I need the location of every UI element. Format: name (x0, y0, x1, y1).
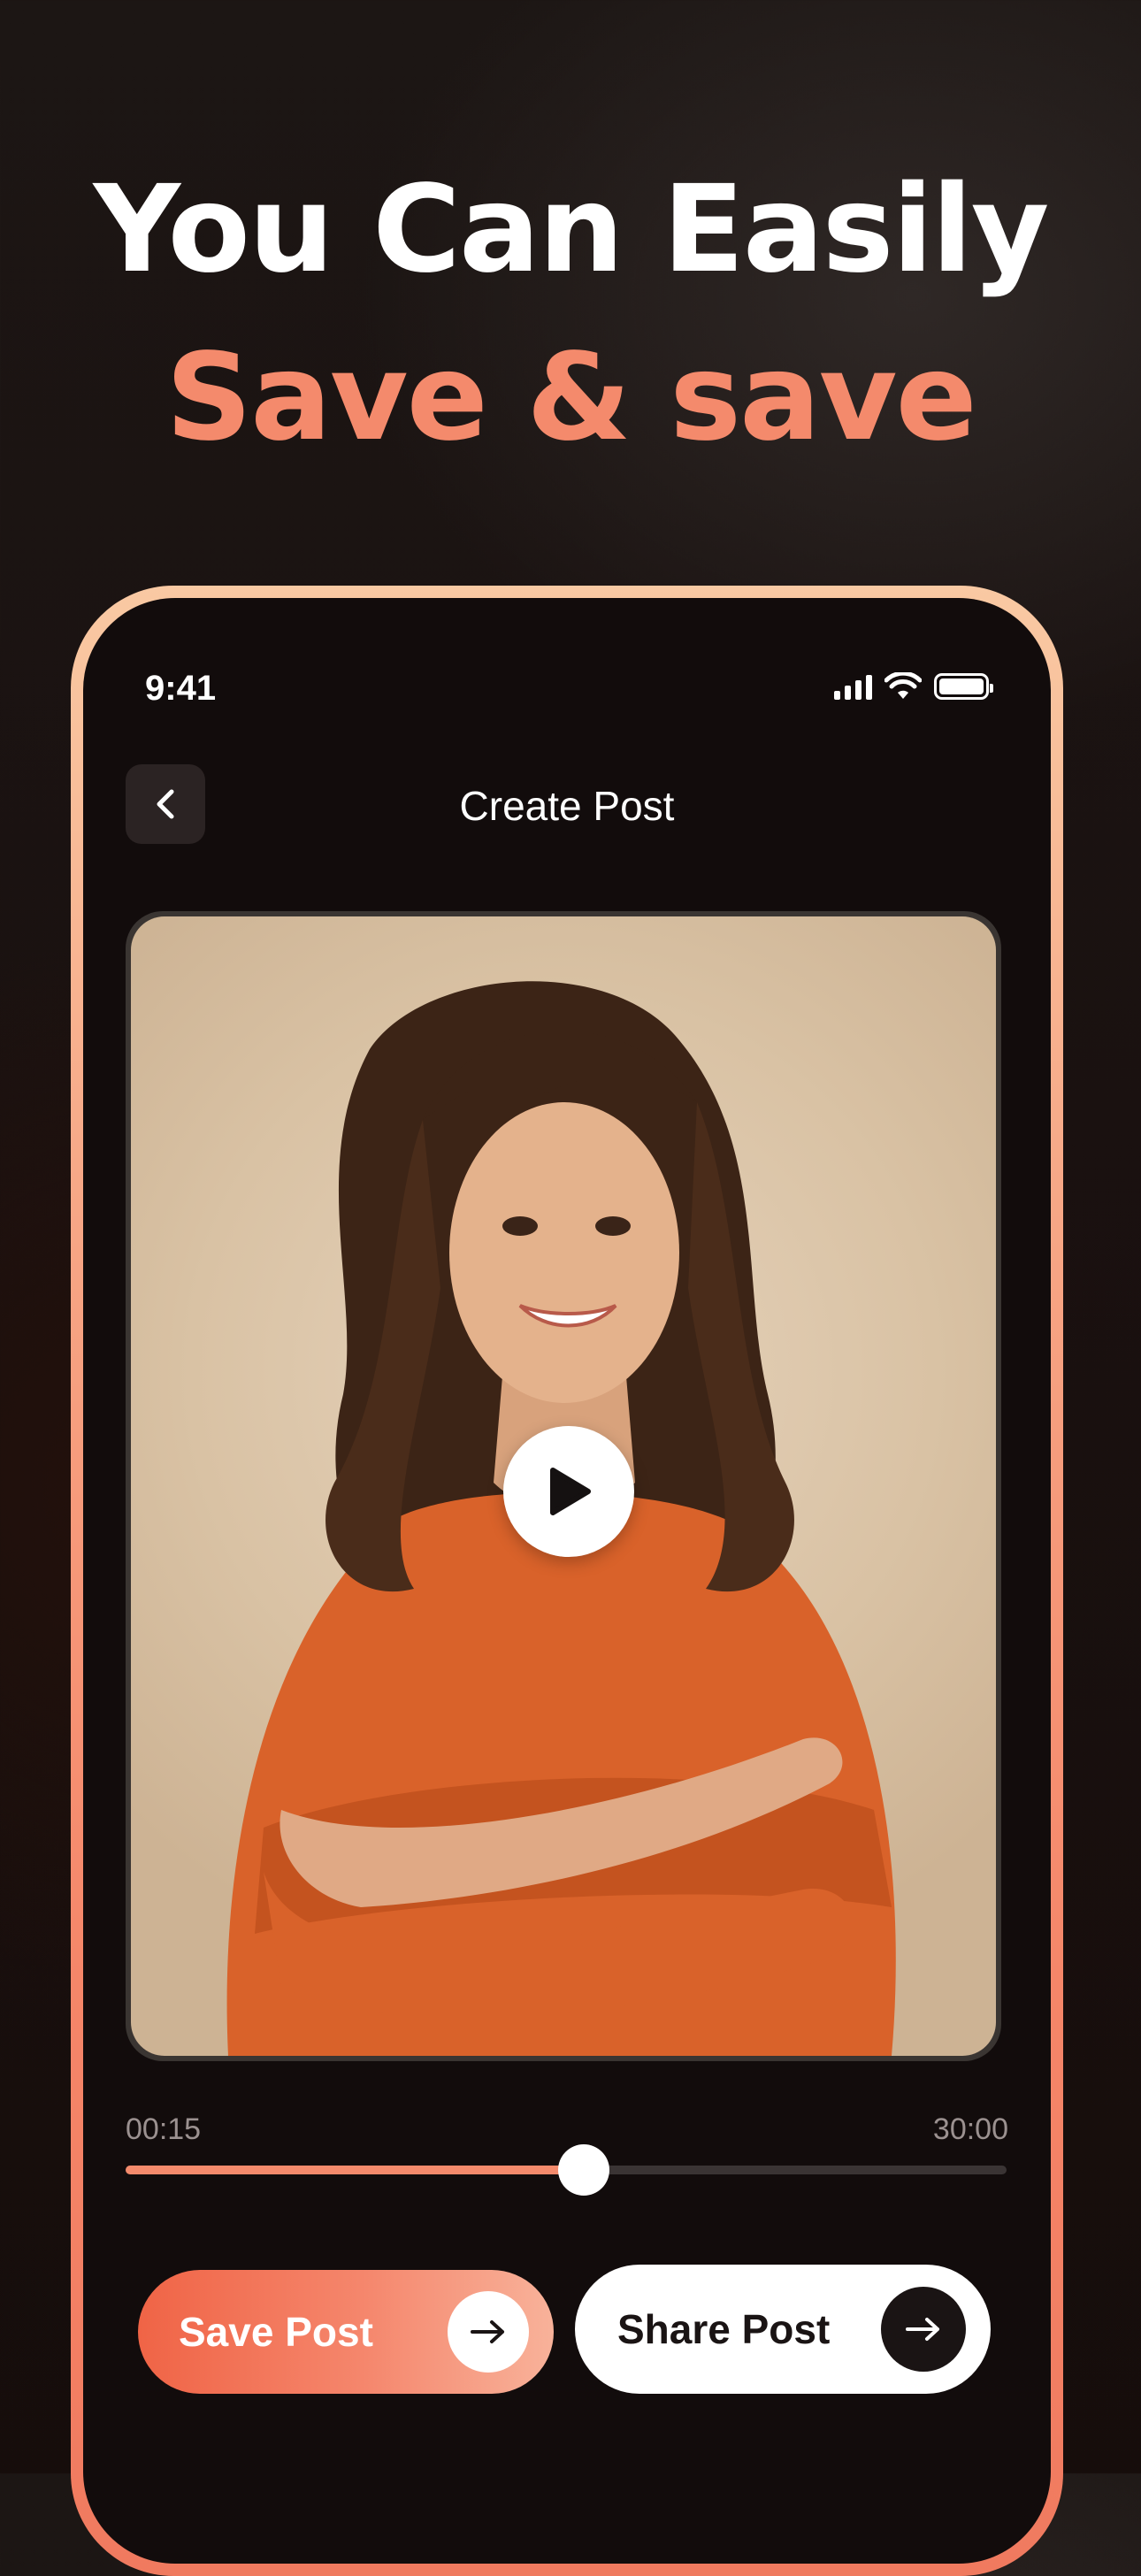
save-arrow-circle (448, 2291, 529, 2373)
current-time: 00:15 (126, 2112, 202, 2146)
arrow-right-icon (906, 2318, 939, 2341)
slider-thumb[interactable] (557, 2144, 609, 2196)
battery-icon (934, 673, 993, 700)
share-post-button[interactable]: Share Post (575, 2265, 991, 2394)
play-button[interactable] (503, 1426, 634, 1557)
share-arrow-circle (881, 2287, 966, 2372)
video-preview-card[interactable] (126, 911, 1001, 2061)
progress-slider[interactable] (126, 2144, 1007, 2196)
save-post-label: Save Post (179, 2309, 373, 2355)
status-icons (834, 672, 993, 701)
share-post-label: Share Post (617, 2306, 831, 2352)
arrow-right-icon (471, 2320, 504, 2343)
status-time: 9:41 (145, 669, 217, 708)
phone-frame: 9:41 Create Post 00:15 30:00 Save Post S… (71, 586, 1063, 2576)
play-icon (550, 1468, 591, 1515)
page-title: Create Post (459, 783, 675, 829)
headline-line-1: You Can Easily (93, 160, 1050, 300)
headline-line-2: Save & save (165, 328, 977, 468)
total-time: 30:00 (932, 2112, 1008, 2146)
wifi-icon (884, 672, 922, 699)
progress-fill (126, 2166, 584, 2174)
headline: You Can Easily Save & save (0, 159, 1141, 469)
save-post-button[interactable]: Save Post (138, 2270, 554, 2394)
video-thumbnail (131, 916, 996, 2056)
cellular-signal-icon (834, 673, 872, 700)
phone-screen: 9:41 Create Post 00:15 30:00 Save Post S… (83, 598, 1051, 2564)
